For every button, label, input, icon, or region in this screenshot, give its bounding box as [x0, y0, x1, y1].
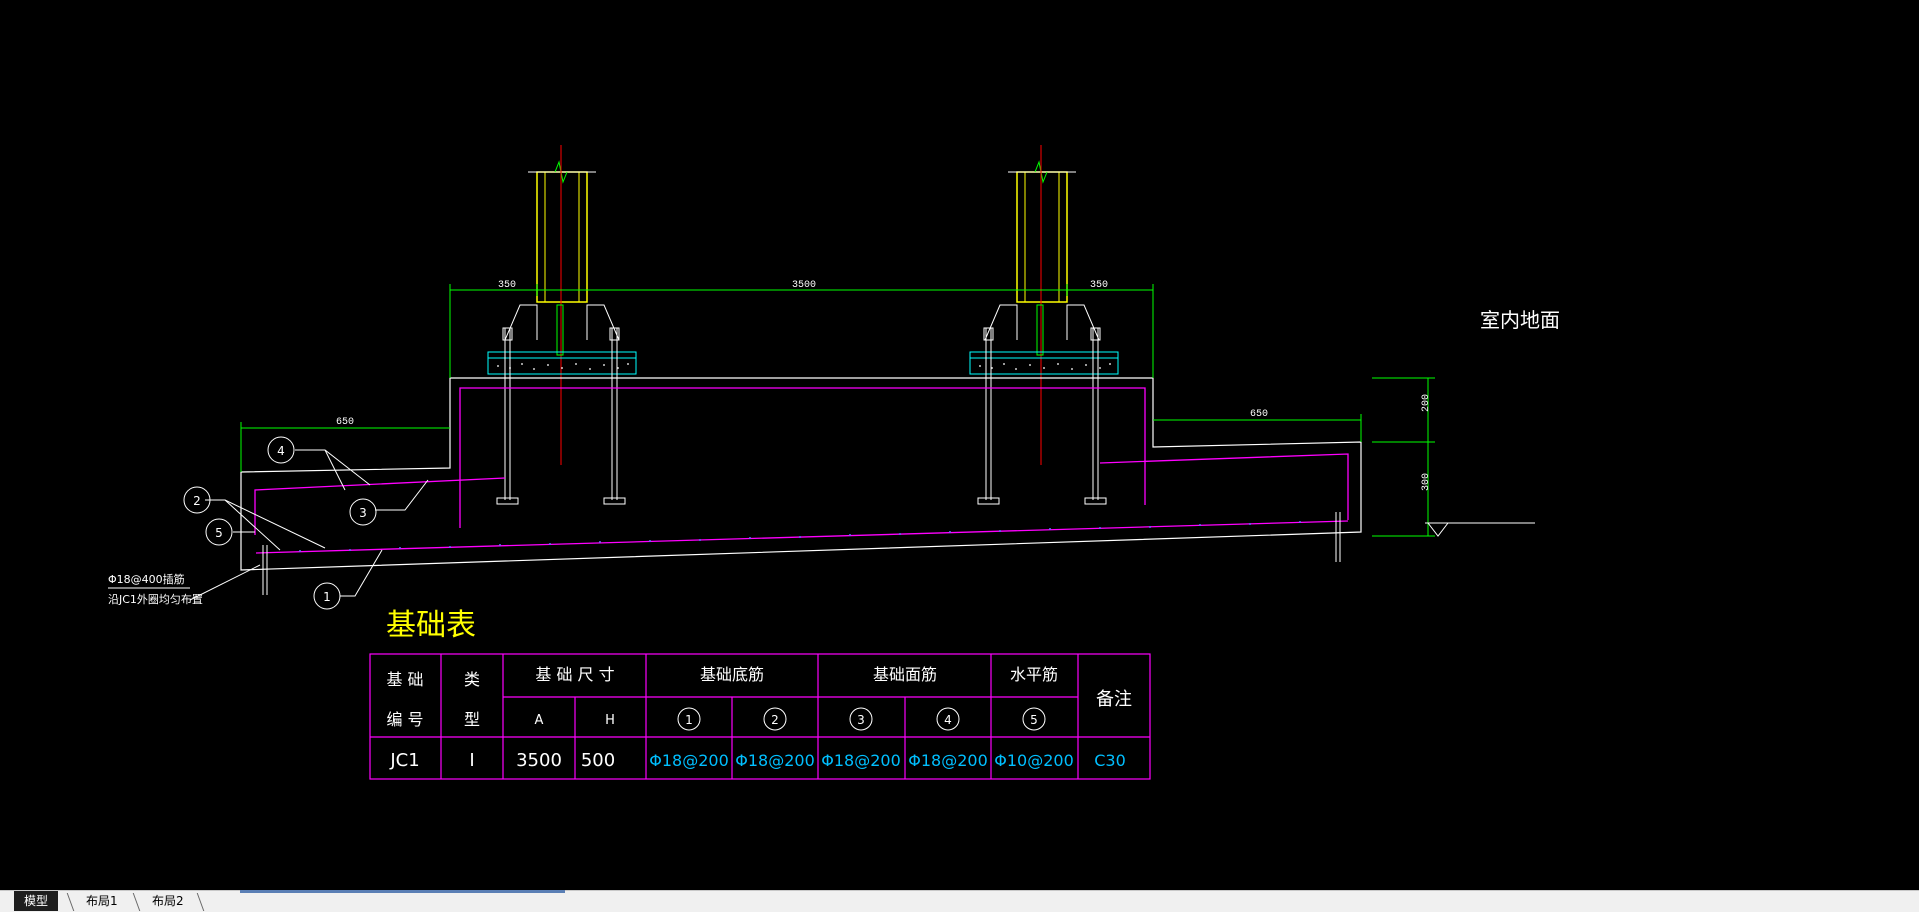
- tab-layout1[interactable]: 布局1: [76, 891, 128, 911]
- cad-drawing[interactable]: 350 3500 350 650 650 200 300 室内地面 4 2 3 …: [0, 0, 1919, 890]
- cell-h: 500: [581, 750, 615, 771]
- ground-line: [1425, 522, 1535, 537]
- left-column: [504, 145, 620, 465]
- cell-remark: C30: [1094, 751, 1126, 770]
- tab-separator: [132, 893, 141, 911]
- tab-separator: [196, 893, 205, 911]
- grout-pads: [487, 351, 1119, 375]
- header-circle-1: 1: [685, 713, 693, 727]
- header-type-2: 型: [464, 710, 480, 729]
- cell-no: JC1: [389, 750, 419, 771]
- dim-right-ext: 650: [1250, 409, 1268, 420]
- cell-a: 3500: [516, 750, 562, 771]
- dim-span: 3500: [792, 280, 816, 291]
- callout-circles: [183, 436, 377, 610]
- rebar: [254, 387, 1349, 554]
- cell-r3: Φ18@200: [821, 751, 901, 770]
- header-circle-5: 5: [1030, 713, 1038, 727]
- header-foundation-no-1: 基 础: [386, 670, 423, 689]
- callout-leaders: [189, 449, 429, 601]
- table-title: 基础表: [386, 608, 476, 643]
- callout-2: 2: [193, 494, 201, 508]
- floor-label: 室内地面: [1480, 308, 1560, 332]
- header-size: 基 础 尺 寸: [535, 665, 614, 684]
- header-circle-3: 3: [857, 713, 865, 727]
- header-foundation-no-2: 编 号: [386, 710, 423, 729]
- tab-layout2[interactable]: 布局2: [142, 891, 194, 911]
- foundation-outline: [240, 377, 1362, 571]
- cell-r2: Φ18@200: [735, 751, 815, 770]
- header-horizontal-rebar: 水平筋: [1010, 665, 1058, 684]
- rebar-dots: [299, 521, 1301, 552]
- tab-separator: [66, 893, 75, 911]
- cell-r1: Φ18@200: [649, 751, 729, 770]
- anchor-bolts: [496, 327, 1107, 505]
- header-circle-4: 4: [944, 713, 952, 727]
- header-type-1: 类: [464, 670, 480, 689]
- dowel-bars: [262, 512, 1341, 595]
- cell-type: I: [469, 750, 474, 771]
- header-col-a: A: [535, 713, 544, 728]
- dim-right-offset: 350: [1090, 280, 1108, 291]
- header-circle-2: 2: [771, 713, 779, 727]
- drawing-canvas[interactable]: 350 3500 350 650 650 200 300 室内地面 4 2 3 …: [0, 0, 1919, 890]
- horizontal-scrollbar[interactable]: [240, 890, 565, 893]
- dim-left-offset: 350: [498, 280, 516, 291]
- dim-upper-h: 200: [1421, 394, 1432, 412]
- dim-left-ext: 650: [336, 417, 354, 428]
- tab-model[interactable]: 模型: [14, 891, 59, 911]
- callout-4: 4: [277, 444, 285, 458]
- header-remark: 备注: [1096, 689, 1132, 710]
- cell-r4: Φ18@200: [908, 751, 988, 770]
- rebar-note-line1: Φ18@400插筋: [108, 572, 185, 586]
- dim-lower-h: 300: [1421, 473, 1432, 491]
- rebar-note-line2: 沿JC1外圈均匀布置: [108, 593, 203, 606]
- callout-3: 3: [359, 506, 367, 520]
- layout-tab-bar: 模型 布局1 布局2: [0, 890, 1919, 912]
- callout-1: 1: [323, 590, 331, 604]
- callout-5: 5: [215, 526, 223, 540]
- header-col-h: H: [605, 713, 615, 728]
- cell-r5: Φ10@200: [994, 751, 1074, 770]
- header-bottom-rebar: 基础底筋: [700, 665, 764, 684]
- header-top-rebar: 基础面筋: [873, 665, 937, 684]
- right-column: [984, 145, 1100, 465]
